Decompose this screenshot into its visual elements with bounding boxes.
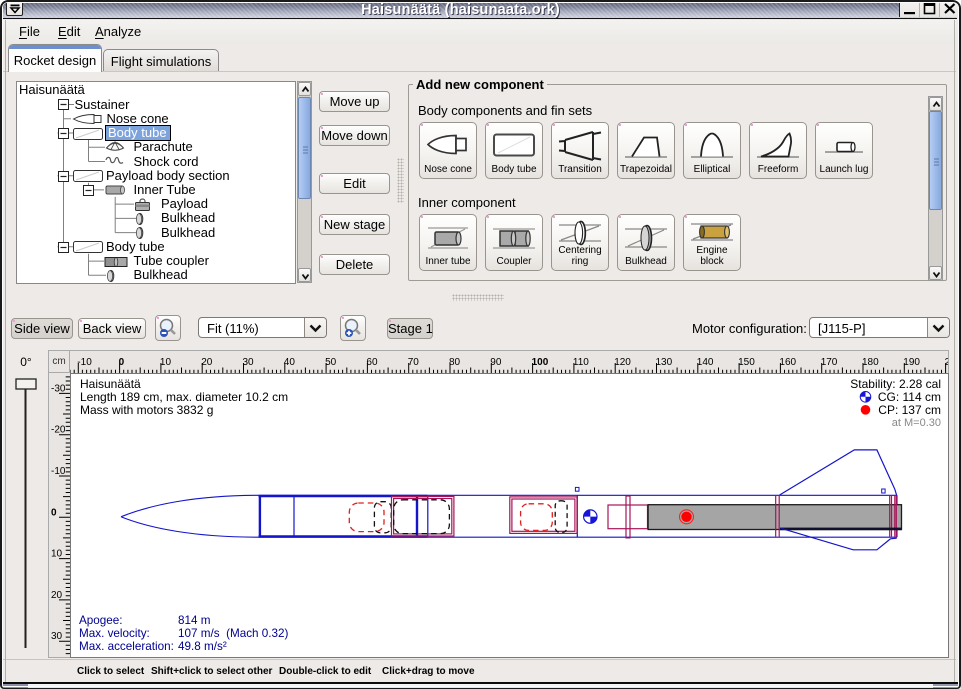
svg-text:160: 160: [779, 357, 796, 368]
svg-text:190: 190: [903, 357, 920, 368]
svg-text:30: 30: [243, 357, 255, 368]
svg-text:110: 110: [573, 357, 589, 368]
svg-text:49.8 m/s²: 49.8 m/s²: [178, 640, 227, 653]
svg-text:80: 80: [449, 357, 461, 368]
svg-text:at M=0.30: at M=0.30: [892, 417, 941, 429]
svg-text:Haisunäätä: Haisunäätä: [80, 377, 141, 391]
svg-text:-30: -30: [51, 383, 66, 394]
svg-text:-20: -20: [51, 425, 66, 436]
svg-text:Max. acceleration:: Max. acceleration:: [79, 640, 174, 653]
svg-text:Stability: 2.28 cal: Stability: 2.28 cal: [850, 377, 941, 391]
svg-text:30: 30: [51, 631, 63, 642]
svg-text:Mass with motors 3832 g: Mass with motors 3832 g: [80, 403, 213, 417]
svg-text:170: 170: [821, 357, 838, 368]
svg-text:50: 50: [325, 357, 337, 368]
svg-text:10: 10: [51, 549, 63, 560]
svg-text:Length 189 cm, max. diameter 1: Length 189 cm, max. diameter 10.2 cm: [80, 390, 288, 404]
svg-text:120: 120: [614, 357, 631, 368]
svg-text:814 m: 814 m: [178, 614, 210, 627]
svg-text:10: 10: [160, 357, 172, 368]
svg-text:0: 0: [51, 507, 57, 518]
svg-text:20: 20: [51, 590, 63, 601]
svg-text:20: 20: [201, 357, 213, 368]
svg-text:70: 70: [408, 357, 420, 368]
svg-text:40: 40: [284, 357, 296, 368]
svg-text:60: 60: [366, 357, 378, 368]
svg-text:107 m/s (Mach 0.32): 107 m/s (Mach 0.32): [178, 627, 289, 640]
svg-text:90: 90: [490, 357, 502, 368]
svg-text:CG: 114 cm: CG: 114 cm: [878, 390, 941, 404]
svg-text:130: 130: [656, 357, 673, 368]
svg-text:100: 100: [532, 357, 549, 368]
svg-text:-10: -10: [51, 466, 66, 477]
svg-text:CP: 137 cm: CP: 137 cm: [878, 403, 941, 417]
svg-text:Apogee:: Apogee:: [79, 614, 123, 627]
svg-text:180: 180: [862, 357, 879, 368]
svg-text:-10: -10: [77, 357, 92, 368]
svg-text:140: 140: [697, 357, 714, 368]
svg-text:Max. velocity:: Max. velocity:: [79, 627, 150, 640]
svg-text:150: 150: [738, 357, 755, 368]
